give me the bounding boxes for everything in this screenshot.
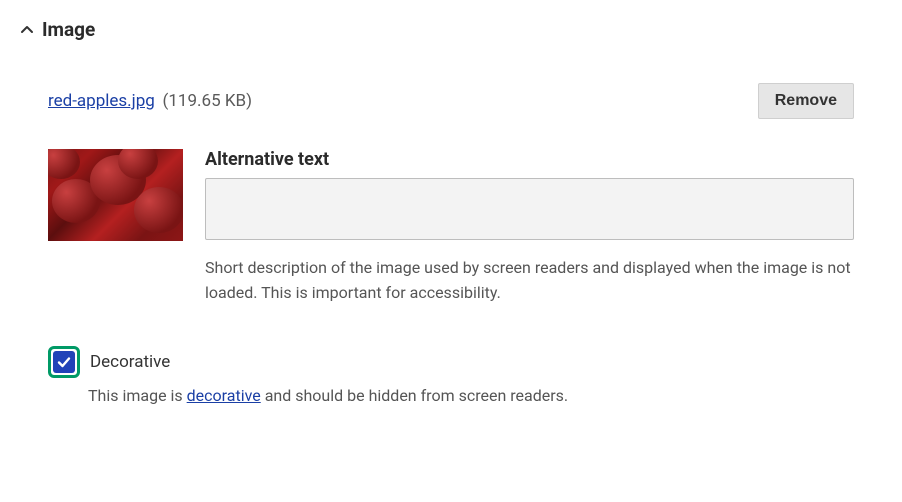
section-title: Image	[42, 18, 95, 41]
file-size: (119.65 KB)	[163, 91, 252, 111]
image-thumbnail	[48, 149, 183, 241]
file-info: red-apples.jpg (119.65 KB)	[48, 91, 252, 111]
alt-text-row: Alternative text Short description of th…	[48, 149, 854, 306]
decorative-row: Decorative	[48, 346, 854, 378]
decorative-label: Decorative	[90, 352, 170, 372]
alt-text-column: Alternative text Short description of th…	[205, 149, 854, 306]
chevron-up-icon	[20, 23, 34, 37]
section-header[interactable]: Image	[20, 18, 882, 41]
alt-text-help: Short description of the image used by s…	[205, 256, 854, 306]
alt-text-label: Alternative text	[205, 149, 854, 170]
file-name-link[interactable]: red-apples.jpg	[48, 91, 155, 111]
decorative-help: This image is decorative and should be h…	[88, 386, 854, 405]
alt-text-input[interactable]	[205, 178, 854, 240]
decorative-help-suffix: and should be hidden from screen readers…	[261, 386, 568, 405]
decorative-checkbox-focus-ring	[48, 346, 80, 378]
remove-button[interactable]: Remove	[758, 83, 854, 119]
check-icon	[56, 354, 72, 370]
file-row: red-apples.jpg (119.65 KB) Remove	[48, 83, 854, 119]
decorative-help-link[interactable]: decorative	[187, 386, 261, 405]
decorative-checkbox[interactable]	[53, 351, 75, 373]
decorative-help-prefix: This image is	[88, 386, 187, 405]
